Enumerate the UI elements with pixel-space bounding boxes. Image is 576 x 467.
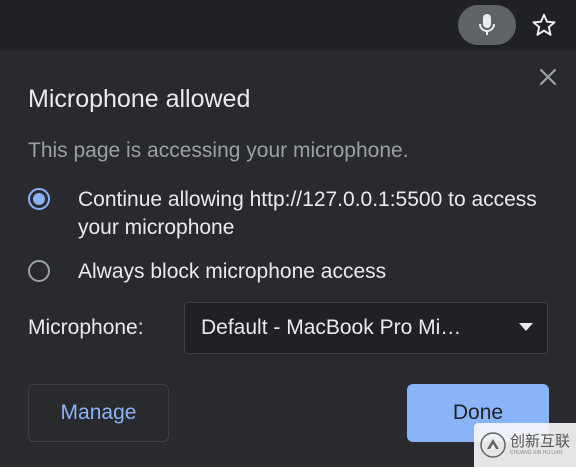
manage-button[interactable]: Manage — [28, 384, 169, 442]
microphone-select[interactable]: Default - MacBook Pro Mi… — [184, 302, 548, 354]
watermark-text-en: CHUANG XIN HU LIAN — [510, 450, 563, 456]
dialog-title: Microphone allowed — [28, 85, 251, 113]
watermark-text: 创新互联 CHUANG XIN HU LIAN — [510, 433, 570, 457]
star-outline-icon — [532, 13, 556, 36]
browser-toolbar — [0, 0, 576, 50]
bookmark-star-button[interactable] — [528, 9, 560, 41]
option-always-block-label: Always block microphone access — [78, 260, 387, 283]
microphone-label: Microphone: — [28, 316, 144, 339]
microphone-select-value: Default - MacBook Pro Mi… — [201, 316, 462, 339]
option-always-block[interactable]: Always block microphone access — [28, 258, 548, 286]
microphone-indicator-button[interactable] — [458, 5, 516, 45]
dropdown-caret-icon — [519, 323, 533, 331]
dialog-subtitle: This page is accessing your microphone. — [28, 139, 409, 162]
permission-dialog: Microphone allowed This page is accessin… — [0, 50, 576, 467]
radio-continue-allowing[interactable] — [28, 188, 50, 210]
watermark: 创新互联 CHUANG XIN HU LIAN — [474, 423, 576, 467]
microphone-icon — [479, 14, 495, 35]
option-continue-allowing-label: Continue allowing http://127.0.0.1:5500 … — [78, 188, 537, 239]
watermark-logo-icon — [480, 432, 506, 458]
close-icon — [539, 68, 557, 86]
close-button[interactable] — [535, 64, 561, 90]
watermark-text-cn: 创新互联 — [510, 432, 571, 450]
radio-always-block[interactable] — [28, 260, 50, 282]
option-continue-allowing[interactable]: Continue allowing http://127.0.0.1:5500 … — [28, 186, 548, 242]
